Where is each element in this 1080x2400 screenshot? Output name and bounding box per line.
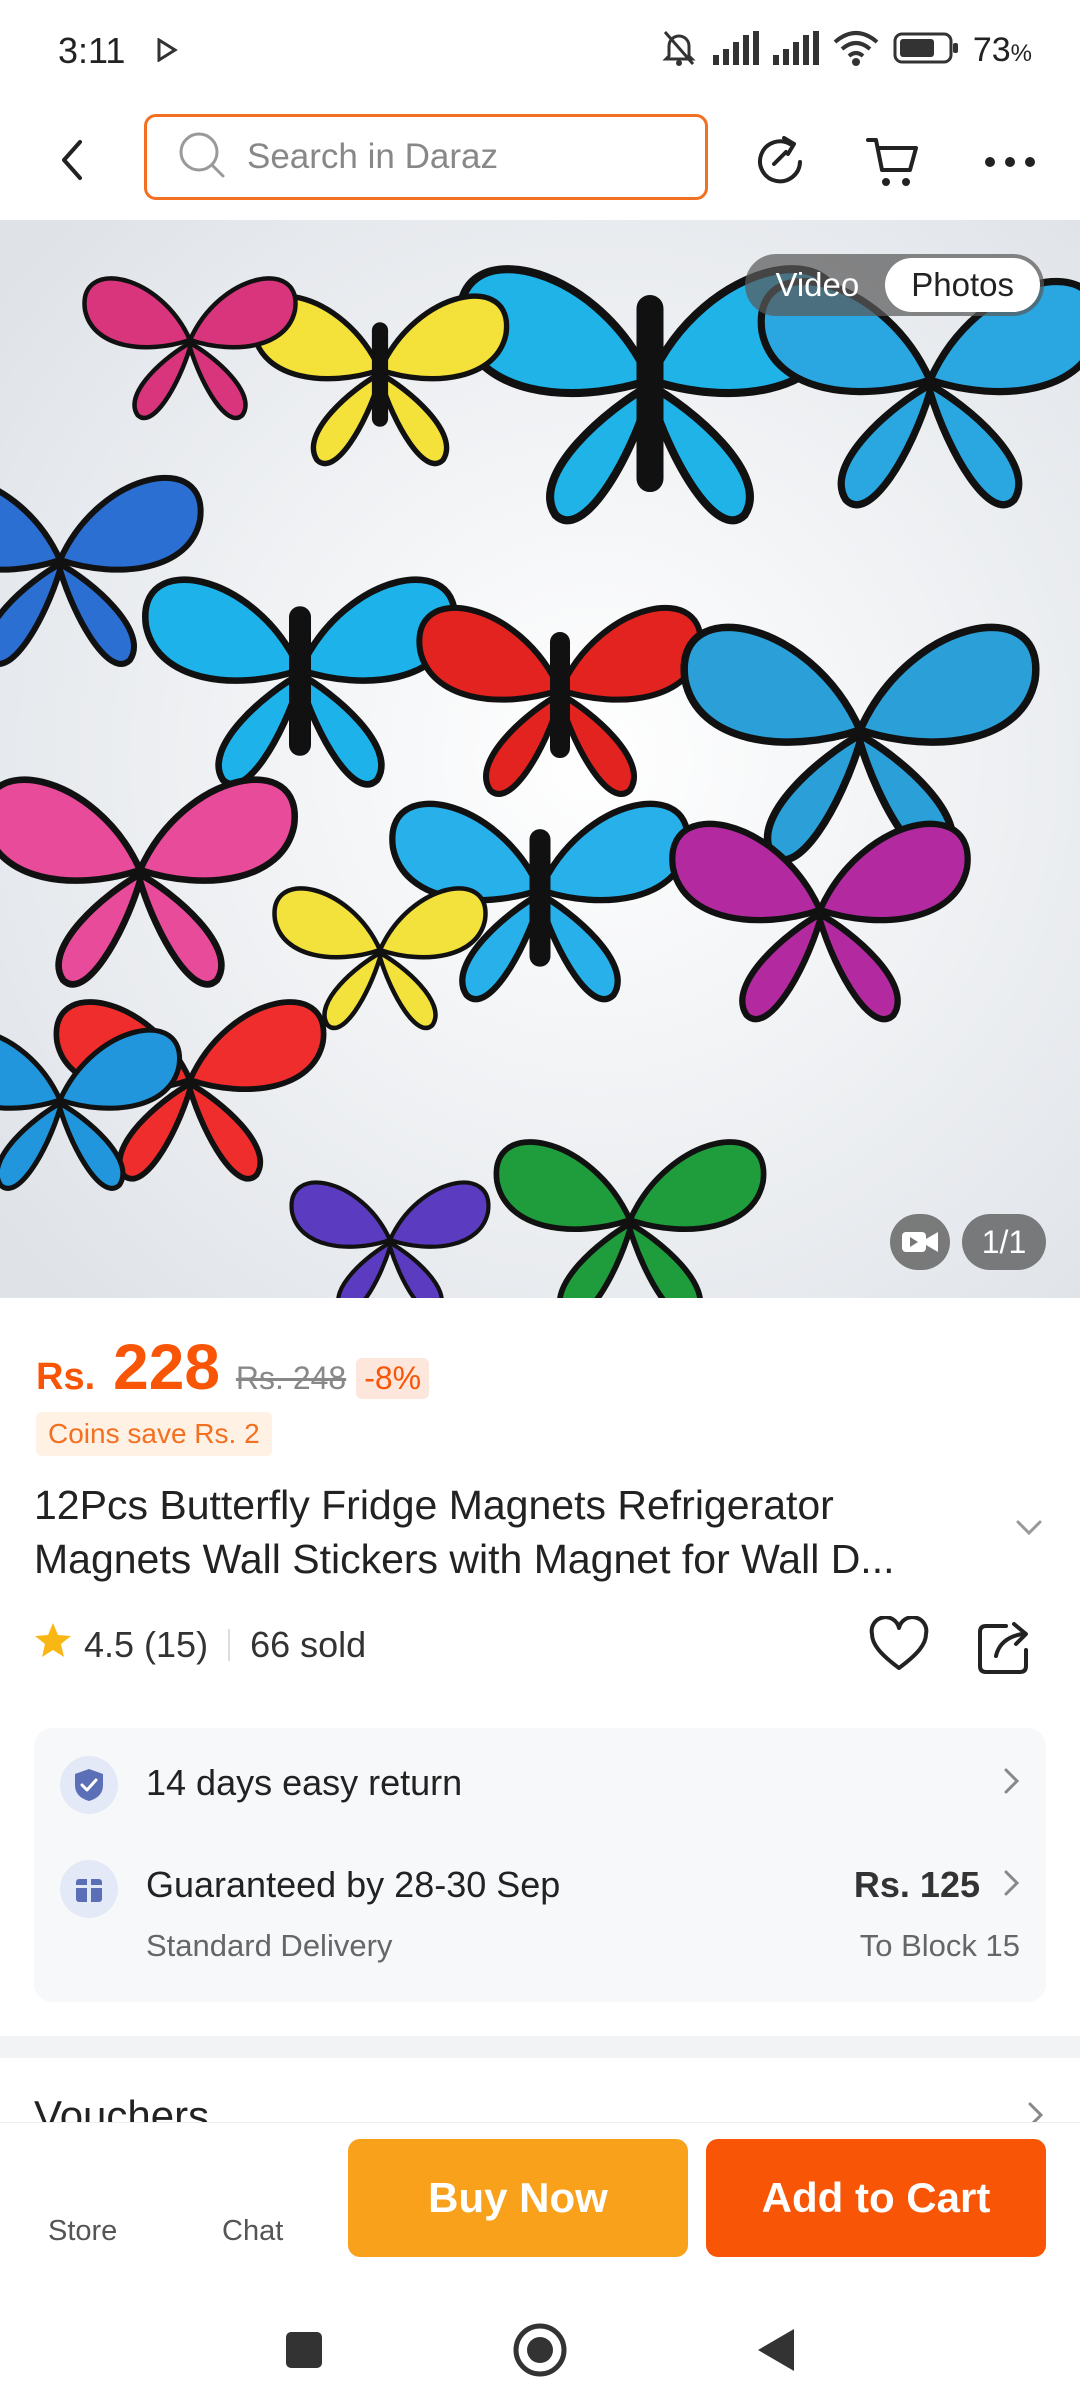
- back-icon: [62, 140, 82, 180]
- price-row: Rs. 228 Rs. 248 -8%: [36, 1330, 430, 1404]
- delivery-box-icon: [60, 1860, 118, 1918]
- home-button[interactable]: [504, 2314, 576, 2386]
- back-button[interactable]: [46, 132, 98, 188]
- cart-icon: [866, 138, 918, 186]
- search-input[interactable]: Search in Daraz: [144, 114, 708, 200]
- home-circle-icon: [513, 2323, 567, 2377]
- rating-row[interactable]: 4.5 (15) 66 sold: [34, 1622, 366, 1667]
- battery-percent: 73%: [972, 31, 1032, 69]
- top-header: Search in Daraz: [0, 100, 1080, 220]
- star-icon: [34, 1622, 84, 1667]
- add-to-cart-button[interactable]: Add to Cart: [706, 2139, 1046, 2257]
- bottom-action-bar: Store Chat Buy Now Add to Cart: [0, 2122, 1080, 2292]
- recents-square-icon: [286, 2332, 322, 2368]
- coins-badge: Coins save Rs. 2: [36, 1412, 272, 1456]
- back-triangle-icon: [758, 2329, 794, 2371]
- chevron-right-icon: [1004, 1768, 1020, 1799]
- tab-photos[interactable]: Photos: [885, 258, 1040, 312]
- divider: [228, 1628, 231, 1661]
- product-title[interactable]: 12Pcs Butterfly Fridge Magnets Refrigera…: [34, 1478, 994, 1586]
- more-icon: [985, 157, 1035, 167]
- chat-button[interactable]: Chat: [222, 2215, 283, 2248]
- search-icon: [177, 130, 227, 185]
- share-button[interactable]: [976, 1616, 1036, 1681]
- delivery-type-label: Standard Delivery: [146, 1928, 393, 1963]
- recents-button[interactable]: [268, 2314, 340, 2386]
- delivery-row[interactable]: Guaranteed by 28-30 Sep Standard Deliver…: [34, 1838, 1046, 2002]
- discount-badge: -8%: [356, 1358, 430, 1399]
- buy-now-button[interactable]: Buy Now: [348, 2139, 688, 2257]
- price-value: 228: [113, 1331, 220, 1403]
- tab-video[interactable]: Video: [749, 258, 885, 312]
- media-type-toggle: Video Photos: [745, 254, 1044, 316]
- section-divider: [0, 2036, 1080, 2058]
- video-button[interactable]: [890, 1214, 950, 1270]
- heart-icon: [869, 1615, 929, 1670]
- battery-icon: [893, 32, 959, 69]
- store-button[interactable]: Store: [48, 2215, 117, 2248]
- history-button[interactable]: [748, 130, 812, 194]
- wishlist-button[interactable]: [868, 1615, 930, 1679]
- product-image-gallery[interactable]: Video Photos 1/1: [0, 220, 1080, 1298]
- system-back-button[interactable]: [740, 2314, 812, 2386]
- system-nav-bar: [0, 2292, 1080, 2400]
- product-detail-screen: 3:11 73% Search in Daraz Video Photos 1/…: [0, 0, 1080, 2400]
- wifi-icon: [833, 30, 879, 71]
- share-icon: [978, 1622, 1028, 1674]
- review-count: (15): [144, 1623, 209, 1665]
- delivery-guarantee-label: Guaranteed by 28-30 Sep: [146, 1864, 561, 1905]
- delivery-price: Rs. 125: [853, 1864, 980, 1905]
- cart-button[interactable]: [862, 130, 926, 194]
- return-policy-row[interactable]: 14 days easy return: [34, 1728, 1046, 1838]
- status-bar: 3:11 73%: [0, 0, 1080, 100]
- status-icons: 73%: [659, 28, 1032, 73]
- video-camera-icon: [902, 1232, 938, 1252]
- image-counter: 1/1: [962, 1214, 1046, 1270]
- chevron-right-icon: [1004, 1870, 1020, 1901]
- rating-value: 4.5: [84, 1623, 135, 1665]
- service-card: 14 days easy return Guaranteed by 28-30 …: [34, 1728, 1046, 2002]
- play-store-icon: [156, 37, 178, 67]
- return-policy-label: 14 days easy return: [146, 1762, 463, 1803]
- more-options-button[interactable]: [978, 130, 1042, 194]
- price-currency: Rs.: [36, 1356, 96, 1398]
- expand-title-icon[interactable]: [1016, 1520, 1042, 1541]
- signal-icon: [712, 31, 759, 70]
- shield-check-icon: [60, 1756, 118, 1814]
- mute-bell-icon: [659, 28, 699, 73]
- product-photo: [0, 220, 1080, 1298]
- delivery-destination: To Block 15: [859, 1928, 1020, 1963]
- original-price: Rs. 248: [235, 1360, 347, 1396]
- sold-count: 66 sold: [250, 1623, 367, 1665]
- status-time: 3:11: [58, 30, 126, 71]
- history-icon: [758, 136, 802, 184]
- search-placeholder: Search in Daraz: [247, 137, 498, 176]
- signal-icon-2: [772, 31, 819, 70]
